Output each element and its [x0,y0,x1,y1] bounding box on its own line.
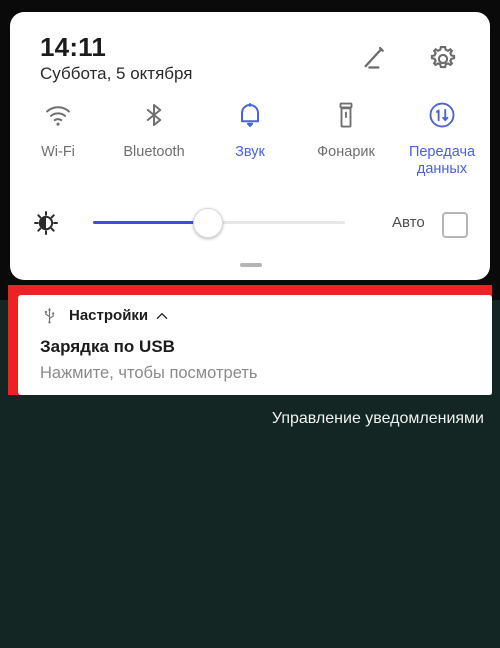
brightness-slider[interactable] [93,208,345,238]
tile-label: Bluetooth [123,144,185,160]
quick-settings-header: 14:11 Суббота, 5 октября [10,12,490,94]
tile-label: Фонарик [317,144,375,160]
notification-title: Зарядка по USB [40,337,175,356]
auto-brightness-label: Авто [392,214,425,231]
tile-flashlight[interactable]: Фонарик [298,100,394,192]
bluetooth-icon [139,100,169,130]
tile-label: Передача данных [408,144,476,177]
bell-sound-icon [235,100,265,130]
tile-label: Wi-Fi [41,144,75,160]
clock-time: 14:11 [40,32,107,62]
slider-thumb[interactable] [193,208,223,238]
quick-settings-tiles: Wi-Fi Bluetooth Звук Фонарик Передача да… [10,100,490,192]
notification-subtitle: Нажмите, чтобы посмотреть [40,364,258,382]
chevron-up-icon[interactable] [155,309,169,323]
panel-drag-handle[interactable] [240,263,262,267]
tile-wifi[interactable]: Wi-Fi [10,100,106,192]
gear-icon[interactable] [426,42,460,76]
brightness-sun-icon [32,209,60,237]
phone-screen: 14:11 Суббота, 5 октября Wi-Fi Bluetooth… [0,0,500,648]
flashlight-icon [331,100,361,130]
auto-brightness-checkbox[interactable] [442,212,468,238]
tile-label: Звук [235,144,265,160]
slider-fill [93,221,209,224]
tile-bluetooth[interactable]: Bluetooth [106,100,202,192]
clock-date: Суббота, 5 октября [40,64,193,83]
tile-data-transfer[interactable]: Передача данных [394,100,490,192]
quick-settings-panel: 14:11 Суббота, 5 октября Wi-Fi Bluetooth… [10,12,490,280]
notification-app-name: Настройки [69,307,149,324]
manage-notifications-link[interactable]: Управление уведомлениями [272,410,484,428]
notification-highlight-box: Настройки Зарядка по USB Нажмите, чтобы … [8,285,492,395]
data-transfer-icon [427,100,457,130]
wifi-icon [43,100,73,130]
notification-usb-charging[interactable]: Настройки Зарядка по USB Нажмите, чтобы … [18,295,492,395]
brightness-row: Авто [10,202,490,246]
usb-icon [40,306,59,325]
pencil-edit-icon[interactable] [360,42,394,76]
tile-sound[interactable]: Звук [202,100,298,192]
